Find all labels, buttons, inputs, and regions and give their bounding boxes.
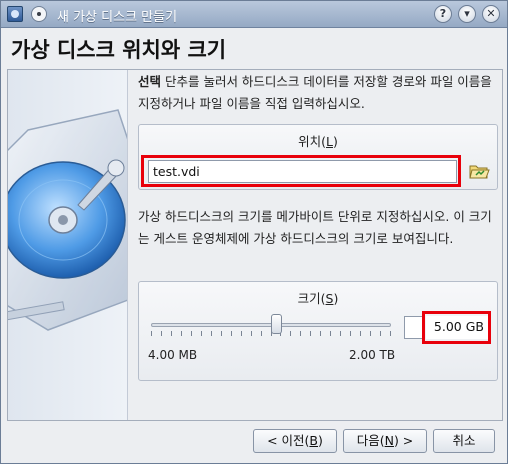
intro-bold-text: 선택 xyxy=(138,74,162,89)
wizard-window: 새 가상 디스크 만들기 ? ▾ ✕ 가상 디스크 위치와 크기 선택 단추를 … xyxy=(0,0,508,464)
slider-tick xyxy=(151,331,152,336)
back-button[interactable]: < 이전(B) xyxy=(253,429,337,453)
close-button[interactable]: ✕ xyxy=(482,5,500,23)
location-group-title: 위치(L) xyxy=(139,131,497,150)
slider-tick xyxy=(191,331,192,336)
size-description: 가상 하드디스크의 크기를 메가바이트 단위로 지정하십시오. 이 크기는 게스… xyxy=(138,209,492,246)
intro-text: 선택 단추를 눌러서 하드디스크 데이터를 저장할 경로와 파일 이름을 지정하… xyxy=(138,71,498,115)
next-button[interactable]: 다음(N) > xyxy=(343,429,427,453)
cancel-button[interactable]: 취소 xyxy=(433,429,495,453)
slider-tick xyxy=(231,331,232,336)
slider-tick xyxy=(171,331,172,336)
hard-disk-illustration xyxy=(8,70,128,420)
slider-tick xyxy=(181,331,182,336)
intro-body-text: 단추를 눌러서 하드디스크 데이터를 저장할 경로와 파일 이름을 지정하거나 … xyxy=(138,74,492,111)
slider-tick xyxy=(251,331,252,336)
slider-tick xyxy=(300,331,301,336)
app-icon[interactable] xyxy=(7,6,23,22)
location-title-end: ) xyxy=(332,134,338,149)
slider-tick xyxy=(261,331,262,336)
next-label: 다음( xyxy=(356,433,385,448)
location-highlight-box xyxy=(141,155,461,187)
folder-open-icon[interactable] xyxy=(468,161,490,181)
slider-tick xyxy=(370,331,371,336)
minimize-button[interactable]: ▾ xyxy=(458,5,476,23)
page-title: 가상 디스크 위치와 크기 xyxy=(11,38,227,62)
slider-tick xyxy=(380,331,381,336)
slider-tick xyxy=(350,331,351,336)
slider-tick xyxy=(340,331,341,336)
slider-tick xyxy=(310,331,311,336)
slider-tick xyxy=(390,331,391,336)
next-label-end: ) > xyxy=(393,433,414,448)
pin-icon[interactable] xyxy=(31,6,47,22)
back-mnemonic: B xyxy=(309,433,318,448)
size-slider-thumb[interactable] xyxy=(271,314,282,334)
size-title-end: ) xyxy=(333,291,339,306)
location-mnemonic: L xyxy=(326,134,333,149)
size-group-title: 크기(S) xyxy=(139,288,497,307)
slider-tick xyxy=(161,331,162,336)
window-title: 새 가상 디스크 만들기 xyxy=(57,10,178,25)
slider-max-label: 2.00 TB xyxy=(349,348,396,362)
size-highlight-box xyxy=(422,311,491,344)
back-label-end: ) xyxy=(318,433,323,448)
size-title-text: 크기( xyxy=(297,291,326,306)
back-label: < 이전( xyxy=(267,433,310,448)
slider-tick xyxy=(320,331,321,336)
slider-tick xyxy=(241,331,242,336)
slider-tick xyxy=(290,331,291,336)
title-bar[interactable]: 새 가상 디스크 만들기 ? ▾ ✕ xyxy=(1,1,507,28)
slider-tick xyxy=(221,331,222,336)
slider-tick xyxy=(330,331,331,336)
slider-min-label: 4.00 MB xyxy=(148,348,198,362)
slider-tick xyxy=(211,331,212,336)
next-mnemonic: N xyxy=(384,433,394,448)
size-spinbox[interactable] xyxy=(404,316,424,339)
hard-disk-icon xyxy=(8,109,127,331)
location-title-text: 위치( xyxy=(298,134,327,149)
slider-tick xyxy=(201,331,202,336)
help-button[interactable]: ? xyxy=(434,5,452,23)
slider-tick xyxy=(360,331,361,336)
